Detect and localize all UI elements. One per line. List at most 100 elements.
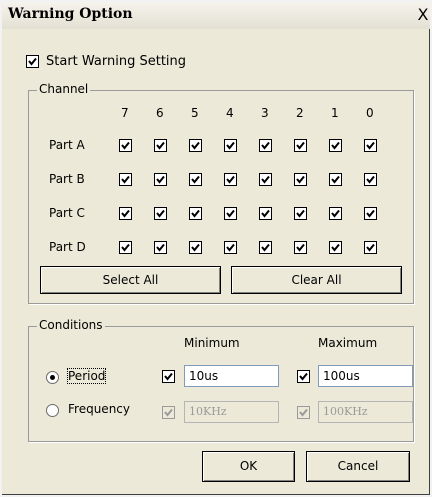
check-icon — [299, 408, 308, 417]
channel-checkbox[interactable] — [294, 173, 307, 186]
start-warning-label: Start Warning Setting — [46, 54, 187, 69]
channel-checkbox[interactable] — [224, 139, 237, 152]
channel-checkbox[interactable] — [189, 139, 202, 152]
ok-button[interactable]: OK — [202, 451, 295, 482]
check-icon — [366, 209, 375, 218]
title-bar[interactable]: Warning Option X — [2, 2, 430, 29]
check-icon — [331, 243, 340, 252]
channel-checkbox[interactable] — [119, 241, 132, 254]
check-icon — [226, 209, 235, 218]
channel-column-header: 2 — [296, 106, 304, 120]
check-icon — [191, 141, 200, 150]
channel-checkbox[interactable] — [364, 207, 377, 220]
channel-checkbox[interactable] — [224, 241, 237, 254]
channel-checkbox[interactable] — [329, 207, 342, 220]
check-icon — [299, 372, 308, 381]
period-min-checkbox[interactable] — [162, 370, 175, 383]
channel-checkbox[interactable] — [259, 241, 272, 254]
clear-all-button[interactable]: Clear All — [231, 266, 402, 294]
check-icon — [226, 175, 235, 184]
period-max-checkbox[interactable] — [297, 370, 310, 383]
check-icon — [261, 243, 270, 252]
channel-row-label: Part C — [49, 206, 85, 220]
channel-checkbox[interactable] — [119, 139, 132, 152]
channel-checkbox[interactable] — [364, 241, 377, 254]
channel-checkbox[interactable] — [259, 173, 272, 186]
frequency-min-checkbox[interactable] — [162, 406, 175, 419]
channel-checkbox[interactable] — [154, 173, 167, 186]
check-icon — [191, 209, 200, 218]
period-radio[interactable] — [46, 371, 59, 384]
check-icon — [164, 408, 173, 417]
channel-checkbox[interactable] — [224, 173, 237, 186]
channel-checkbox[interactable] — [329, 139, 342, 152]
check-icon — [121, 141, 130, 150]
channel-checkbox[interactable] — [154, 139, 167, 152]
channel-checkbox[interactable] — [259, 139, 272, 152]
start-warning-checkbox[interactable] — [26, 55, 39, 68]
check-icon — [156, 175, 165, 184]
check-icon — [121, 243, 130, 252]
channel-checkbox[interactable] — [364, 173, 377, 186]
channel-checkbox[interactable] — [189, 173, 202, 186]
channel-checkbox[interactable] — [119, 173, 132, 186]
channel-column-header: 3 — [261, 106, 269, 120]
channel-column-header: 4 — [226, 106, 234, 120]
check-icon — [296, 209, 305, 218]
close-icon[interactable]: X — [416, 6, 430, 24]
channel-checkbox[interactable] — [119, 207, 132, 220]
warning-option-dialog: Warning Option X Start Warning Setting C… — [0, 0, 432, 497]
channel-checkbox[interactable] — [224, 207, 237, 220]
check-icon — [296, 175, 305, 184]
channel-legend: Channel — [37, 82, 91, 96]
check-icon — [156, 141, 165, 150]
channel-checkbox[interactable] — [294, 139, 307, 152]
frequency-label: Frequency — [68, 402, 130, 416]
channel-checkbox[interactable] — [329, 241, 342, 254]
ok-label: OK — [239, 459, 258, 473]
frequency-max-input[interactable]: 100KHz — [318, 401, 413, 423]
period-min-input[interactable]: 10us — [184, 365, 279, 387]
channel-checkbox[interactable] — [259, 207, 272, 220]
check-icon — [226, 243, 235, 252]
channel-checkbox[interactable] — [329, 173, 342, 186]
select-all-button[interactable]: Select All — [40, 266, 221, 294]
check-icon — [28, 57, 37, 66]
check-icon — [296, 243, 305, 252]
check-icon — [331, 209, 340, 218]
check-icon — [261, 175, 270, 184]
check-icon — [261, 209, 270, 218]
channel-row-label: Part D — [49, 240, 86, 254]
maximum-header: Maximum — [318, 336, 378, 350]
check-icon — [366, 141, 375, 150]
check-icon — [366, 175, 375, 184]
check-icon — [261, 141, 270, 150]
check-icon — [156, 243, 165, 252]
minimum-header: Minimum — [184, 336, 240, 350]
dialog-title: Warning Option — [8, 6, 133, 22]
channel-checkbox[interactable] — [294, 241, 307, 254]
channel-column-header: 5 — [191, 106, 199, 120]
check-icon — [156, 209, 165, 218]
channel-checkbox[interactable] — [294, 207, 307, 220]
frequency-min-input[interactable]: 10KHz — [184, 401, 279, 423]
check-icon — [366, 243, 375, 252]
channel-column-header: 6 — [156, 106, 164, 120]
channel-checkbox[interactable] — [364, 139, 377, 152]
period-max-input[interactable]: 100us — [318, 365, 413, 387]
channel-checkbox[interactable] — [189, 207, 202, 220]
frequency-radio[interactable] — [46, 404, 59, 417]
cancel-label: Cancel — [337, 459, 379, 473]
check-icon — [226, 141, 235, 150]
frequency-max-checkbox[interactable] — [297, 406, 310, 419]
channel-checkbox[interactable] — [154, 207, 167, 220]
check-icon — [121, 175, 130, 184]
clear-all-label: Clear All — [291, 273, 342, 287]
channel-checkbox[interactable] — [154, 241, 167, 254]
channel-column-header: 7 — [121, 106, 129, 120]
channel-checkbox[interactable] — [189, 241, 202, 254]
conditions-legend: Conditions — [37, 318, 105, 332]
select-all-label: Select All — [102, 273, 159, 287]
channel-column-header: 1 — [331, 106, 339, 120]
cancel-button[interactable]: Cancel — [306, 451, 410, 482]
